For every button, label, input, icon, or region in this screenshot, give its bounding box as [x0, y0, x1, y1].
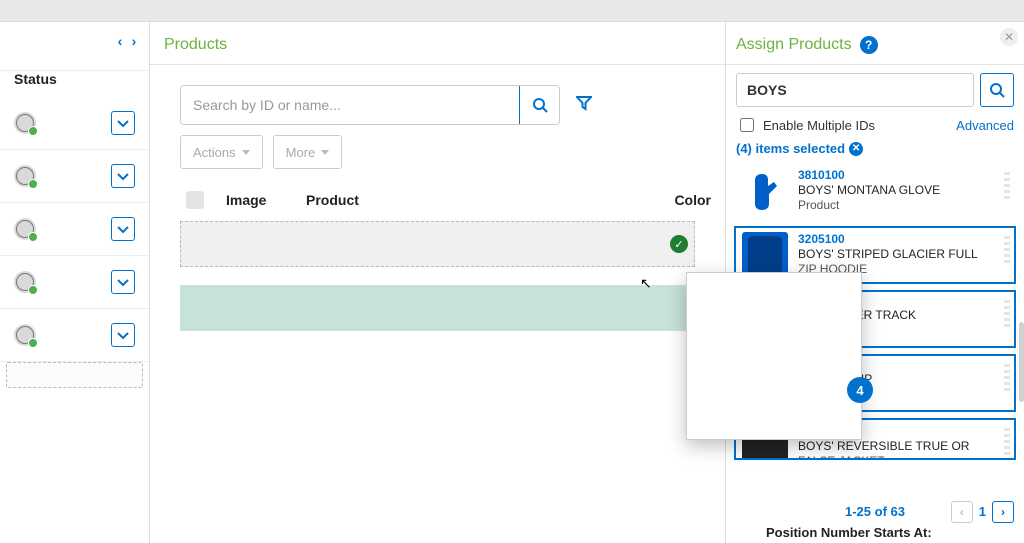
status-menu-button[interactable]	[111, 270, 135, 294]
products-drop-row[interactable]: ✓	[180, 221, 695, 267]
assign-header: Assign Products ?	[726, 22, 1024, 64]
actions-button[interactable]: Actions	[180, 135, 263, 169]
status-row	[0, 97, 149, 150]
status-drop-zone[interactable]	[6, 362, 143, 388]
status-row	[0, 150, 149, 203]
products-title: Products	[150, 22, 725, 64]
drag-preview[interactable]: 4	[686, 272, 862, 440]
status-row	[0, 309, 149, 362]
pager-range: 1-25 of 63	[845, 504, 905, 519]
drag-handle-icon[interactable]	[1004, 364, 1010, 392]
status-menu-button[interactable]	[111, 111, 135, 135]
enable-multiple-ids[interactable]: Enable Multiple IDs	[736, 115, 875, 135]
drag-handle-icon[interactable]	[1004, 236, 1010, 264]
assign-title: Assign Products	[736, 36, 852, 54]
pager: 1-25 of 63 ‹ 1 ›	[726, 500, 1024, 519]
products-search-input[interactable]	[181, 86, 519, 124]
pager-page: 1	[979, 504, 986, 519]
assign-panel: ✕ Assign Products ? Enable Multiple IDs …	[726, 22, 1024, 543]
status-row	[0, 256, 149, 309]
more-button[interactable]: More	[273, 135, 343, 169]
product-info: 3810100 BOYS' MONTANA GLOVE Product	[798, 168, 1008, 214]
products-panel: Products Actions More Image Product Colo…	[150, 22, 726, 543]
products-search-group	[180, 85, 560, 125]
globe-icon	[14, 112, 36, 134]
globe-icon	[14, 271, 36, 293]
scrollbar-thumb[interactable]	[1019, 322, 1024, 402]
product-thumb	[742, 168, 788, 214]
search-icon	[989, 82, 1005, 98]
status-menu-button[interactable]	[111, 323, 135, 347]
filter-icon[interactable]	[576, 95, 592, 116]
assign-search-row	[726, 73, 1024, 115]
status-menu-button[interactable]	[111, 217, 135, 241]
check-badge-icon: ✓	[670, 235, 688, 253]
panel-nav: ‹ ›	[113, 34, 141, 48]
products-search-row	[150, 65, 725, 135]
enable-multiple-checkbox[interactable]	[740, 118, 754, 132]
select-all-checkbox[interactable]	[186, 191, 204, 209]
globe-icon	[14, 165, 36, 187]
prev-icon[interactable]: ‹	[113, 34, 127, 48]
globe-icon	[14, 324, 36, 346]
pager-prev-button[interactable]: ‹	[951, 501, 973, 523]
selected-count: (4) items selected ✕	[726, 141, 1024, 162]
col-color: Color	[651, 192, 711, 208]
globe-icon	[14, 218, 36, 240]
search-icon	[532, 97, 548, 113]
close-icon[interactable]: ✕	[1000, 28, 1018, 46]
drag-handle-icon[interactable]	[1004, 428, 1010, 456]
help-icon[interactable]: ?	[860, 36, 878, 54]
col-image: Image	[226, 192, 306, 208]
products-search-button[interactable]	[519, 85, 561, 125]
col-product: Product	[306, 192, 651, 208]
assign-search-button[interactable]	[980, 73, 1014, 107]
clear-selection-icon[interactable]: ✕	[849, 142, 863, 156]
status-content: Status	[0, 22, 149, 388]
product-card[interactable]: 3810100 BOYS' MONTANA GLOVE Product	[734, 162, 1016, 220]
drag-handle-icon[interactable]	[1004, 172, 1010, 200]
pager-next-button[interactable]: ›	[992, 501, 1014, 523]
assign-search-input[interactable]	[736, 73, 974, 107]
drag-handle-icon[interactable]	[1004, 300, 1010, 328]
status-menu-button[interactable]	[111, 164, 135, 188]
status-row	[0, 203, 149, 256]
status-heading: Status	[0, 71, 149, 97]
top-bar	[0, 0, 1024, 22]
status-panel: ‹ › Status	[0, 22, 150, 543]
assign-options-row: Enable Multiple IDs Advanced	[726, 115, 1024, 141]
advanced-link[interactable]: Advanced	[956, 118, 1014, 133]
main-layout: ‹ › Status	[0, 22, 1024, 543]
products-drop-row-active[interactable]	[180, 285, 695, 331]
next-icon[interactable]: ›	[127, 34, 141, 48]
drag-count-badge: 4	[847, 377, 873, 403]
products-table-head: Image Product Color	[150, 185, 725, 221]
products-button-row: Actions More	[150, 135, 725, 185]
assign-product-list: 3810100 BOYS' MONTANA GLOVE Product 3205…	[726, 162, 1024, 500]
